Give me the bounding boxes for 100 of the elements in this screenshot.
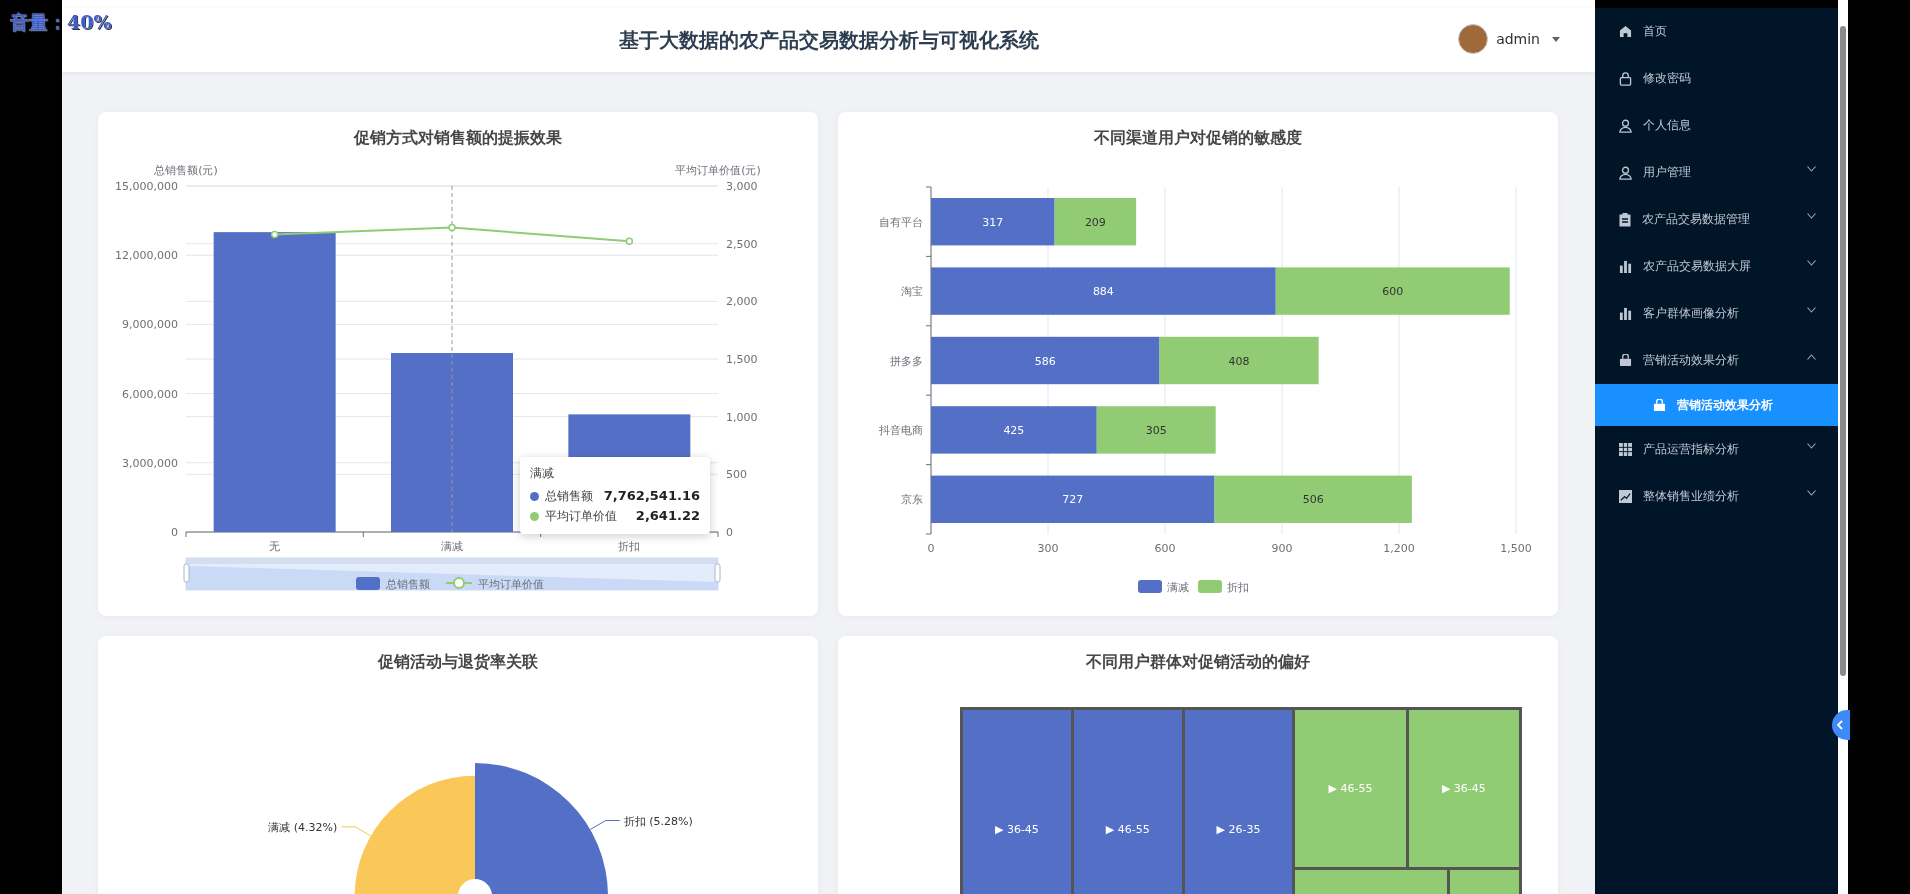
menu-label: 个人信息	[1643, 117, 1691, 134]
tooltip-label: 总销售额	[545, 488, 593, 505]
caret-icon	[1552, 36, 1560, 42]
axis-label: 500	[726, 468, 747, 482]
volume-indicator: 音量：40%	[10, 10, 112, 35]
menu-item[interactable]: 整体销售业绩分析	[1595, 473, 1838, 520]
axis-label: 0	[171, 526, 178, 539]
axis-label: 无	[269, 540, 281, 553]
menu-item[interactable]: 营销活动效果分析	[1595, 337, 1838, 384]
scrollbar[interactable]	[1840, 26, 1846, 676]
chart-title: 促销活动与退货率关联	[376, 651, 539, 673]
leader-line	[589, 820, 621, 830]
data-label: 408	[1228, 354, 1250, 368]
grid-icon	[1619, 443, 1632, 456]
line-point	[448, 223, 456, 232]
axis-label: 满减	[441, 540, 463, 553]
axis-label: 0	[927, 542, 935, 555]
data-label: 317	[982, 215, 1004, 229]
treemap-cell[interactable]: ▶ 26-35	[1184, 710, 1293, 894]
avatar	[1458, 24, 1489, 54]
legend-swatch[interactable]	[356, 577, 380, 590]
axis-label: 15,000,000	[115, 180, 178, 193]
data-label: 884	[1092, 285, 1114, 299]
legend-swatch[interactable]	[1198, 580, 1222, 593]
line-point	[270, 230, 279, 239]
user-icon	[1619, 165, 1632, 180]
axis-label: 拼多多	[890, 354, 923, 368]
data-label: 727	[1062, 493, 1084, 507]
axis-label: 3,000	[726, 180, 758, 193]
axis-label: 自有平台	[879, 215, 923, 229]
axis-label: 2,500	[726, 237, 758, 251]
menu-item[interactable]: 修改密码	[1595, 55, 1838, 102]
menu-item[interactable]: 农产品交易数据大屏	[1595, 243, 1838, 290]
legend-label[interactable]: 折扣	[1227, 581, 1249, 594]
axis-title: 平均订单价值(元)	[675, 164, 761, 177]
axis-label: 0	[726, 526, 733, 539]
menu-item[interactable]: 产品运营指标分析	[1595, 426, 1838, 473]
axis-label: 1,500	[726, 353, 758, 366]
axis-label: 1,500	[1500, 542, 1532, 555]
data-label: 折扣 (5.28%)	[623, 814, 693, 828]
menu-label: 营销活动效果分析	[1643, 352, 1739, 369]
legend-label[interactable]: 总销售额	[386, 578, 430, 591]
menu-item[interactable]: 个人信息	[1595, 102, 1838, 149]
menu-label: 农产品交易数据管理	[1642, 211, 1750, 228]
axis-label: 2,000	[726, 295, 758, 309]
axis-label: 3,000,000	[122, 456, 178, 470]
home-icon	[1619, 25, 1632, 38]
menu-label: 产品运营指标分析	[1643, 441, 1739, 458]
axis-label: 9,000,000	[122, 318, 178, 332]
tooltip-label: 平均订单价值	[545, 508, 617, 525]
data-label: 满减 (4.32%)	[268, 820, 338, 834]
legend-label[interactable]: 平均订单价值	[478, 578, 544, 591]
bag-icon	[1619, 354, 1632, 367]
menu-label: 修改密码	[1643, 70, 1691, 87]
axis-label: 折扣	[618, 540, 641, 553]
bag-icon	[1653, 398, 1666, 412]
line-point	[625, 237, 634, 246]
menu-item[interactable]: 农产品交易数据管理	[1595, 196, 1838, 243]
tooltip-value: 2,641.22	[635, 507, 700, 525]
chart-title: 不同渠道用户对促销的敏感度	[1093, 127, 1303, 149]
user-menu[interactable]: admin	[1458, 24, 1560, 54]
data-label: 209	[1084, 215, 1106, 229]
zoom-slider[interactable]	[183, 557, 721, 591]
menu-label: 营销活动效果分析	[1677, 396, 1773, 414]
axis-label: 600	[1154, 542, 1176, 555]
axis-label: 1,200	[1383, 542, 1415, 555]
menu-item[interactable]: 用户管理	[1595, 149, 1838, 196]
data-label: 600	[1382, 285, 1404, 299]
axis-label: 1,000	[726, 410, 758, 424]
legend-swatch[interactable]	[445, 577, 473, 589]
tooltip-title: 满减	[530, 465, 555, 482]
chart-title: 促销方式对销售额的提振效果	[352, 127, 563, 149]
axis-label: 抖音电商	[879, 423, 923, 437]
data-label: 506	[1302, 493, 1324, 507]
axis-label: 12,000,000	[115, 249, 178, 263]
lock-icon	[1619, 71, 1632, 86]
menu-label: 用户管理	[1643, 164, 1691, 181]
tooltip-value: 7,762,541.16	[603, 487, 700, 505]
menu-label: 客户群体画像分析	[1643, 305, 1739, 322]
axis-label: 京东	[901, 493, 923, 507]
treemap-cell[interactable]: ▶ 46-55	[1073, 710, 1182, 894]
legend-swatch[interactable]	[1138, 580, 1162, 593]
axis-label: 300	[1037, 542, 1059, 555]
data-label: 305	[1145, 423, 1167, 437]
menu-item[interactable]: 首页	[1595, 8, 1838, 55]
bar-chart-icon	[1619, 307, 1632, 320]
legend-label[interactable]: 满减	[1167, 581, 1189, 594]
clipboard-icon	[1619, 212, 1631, 227]
line-chart-icon	[1619, 490, 1632, 503]
menu-label: 首页	[1643, 23, 1667, 40]
axis-title: 总销售额(元)	[154, 164, 218, 177]
menu-item[interactable]: 客户群体画像分析	[1595, 290, 1838, 337]
user-icon	[1619, 118, 1632, 133]
leader-line	[340, 826, 372, 837]
bar-chart-icon	[1619, 260, 1632, 273]
axis-label: 淘宝	[901, 285, 923, 299]
data-label: 425	[1003, 423, 1025, 437]
menu-label: 农产品交易数据大屏	[1643, 258, 1751, 275]
menu-label: 整体销售业绩分析	[1643, 488, 1739, 505]
treemap-cell[interactable]: ▶ 36-45	[963, 710, 1071, 894]
